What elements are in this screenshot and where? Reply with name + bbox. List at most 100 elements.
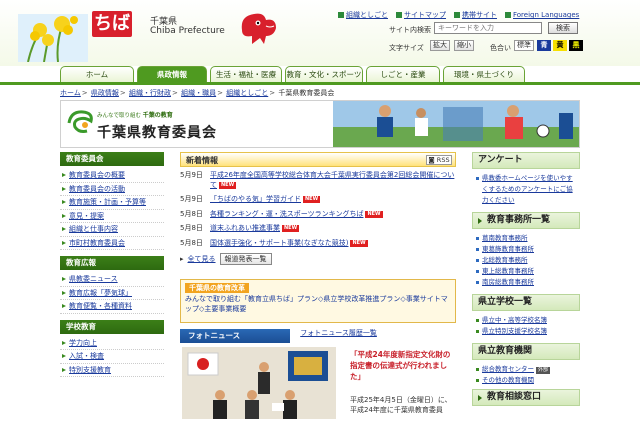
school-link[interactable]: 県立中・高等学校名簿 [482, 316, 547, 324]
sidebar-item-organization[interactable]: 組織と仕事内容 [60, 223, 164, 237]
sidebar-link[interactable]: 教育広報「夢気球」 [69, 289, 132, 297]
sidebar-item-special-support[interactable]: 特別支援教育 [60, 364, 164, 377]
sidebar-link[interactable]: 教育施策・計画・予算等 [69, 198, 146, 206]
survey-list: 県教委ホームページを使いやすくするためのアンケートにご協力ください [474, 173, 578, 206]
photo-news-caption[interactable]: 「平成24年度新指定文化財の指定書の伝達式が行われました」 [350, 349, 454, 382]
color-blue-button[interactable]: 青 [537, 40, 551, 51]
sidebar-link[interactable]: 組織と仕事内容 [69, 225, 118, 233]
banner-tagline: みんなで取り組む 千葉の教育 [97, 112, 173, 119]
office-link[interactable]: 南房総教育事務所 [482, 278, 534, 286]
sidebar-item-municipal[interactable]: 市町村教育委員会 [60, 237, 164, 250]
sidebar-item-policies[interactable]: 教育施策・計画・予算等 [60, 196, 164, 210]
list-item[interactable]: 北総教育事務所 [474, 255, 578, 266]
sidebar-link[interactable]: 教育委員会の活動 [69, 185, 125, 193]
office-link[interactable]: 葛南教育事務所 [482, 234, 528, 242]
list-item[interactable]: 東葛飾教育事務所 [474, 244, 578, 255]
list-item[interactable]: 県立中・高等学校名簿 [474, 315, 578, 326]
chiba-logo[interactable]: ちば [92, 11, 132, 37]
new-badge: NEW [219, 181, 237, 189]
list-item[interactable]: 総合教育センター 外部 [474, 364, 578, 375]
list-item[interactable]: その他の教育機関 [474, 375, 578, 386]
tab-life-welfare[interactable]: 生活・福祉・医療 [210, 66, 282, 82]
offices-heading[interactable]: 教育事務所一覧 [472, 212, 580, 229]
color-standard-button[interactable]: 標準 [514, 40, 534, 51]
list-item: 5月9日 「ちばのやる気」学習ガイド NEW [180, 195, 456, 205]
section-heading-school: 学校教育 [60, 319, 164, 334]
school-link[interactable]: 県立特別支援学校名簿 [482, 327, 547, 335]
consultation-heading[interactable]: 教育相談窓口 [472, 389, 580, 406]
link-organization[interactable]: 組織としごと [346, 10, 388, 20]
office-link[interactable]: 東葛飾教育事務所 [482, 245, 534, 253]
search-button[interactable]: 検索 [548, 22, 578, 34]
news-link[interactable]: 各種ランキング・運・洗スポーツランキングちば [210, 210, 363, 218]
schools-heading: 県立学校一覧 [472, 294, 580, 311]
reform-links[interactable]: みんなで取り組む「教育立県ちば」プラン◇県立学校改革推進プラン◇事業サイトマップ… [185, 294, 451, 314]
text-size-enlarge-button[interactable]: 拡大 [430, 40, 450, 51]
breadcrumb-organization-staff[interactable]: 組織・職員 [181, 89, 216, 97]
sidebar-item-news[interactable]: 県教委ニュース [60, 273, 164, 287]
tab-environment[interactable]: 環境・県土づくり [443, 66, 525, 82]
sidebar-link[interactable]: 意見・提案 [69, 212, 104, 220]
tab-home[interactable]: ホーム [60, 66, 134, 82]
global-nav: ホーム 県政情報 生活・福祉・医療 教育・文化・スポーツ しごと・産業 環境・県… [60, 66, 525, 82]
office-link[interactable]: 東上総教育事務所 [482, 267, 534, 275]
section-heading-pr: 教育広報 [60, 256, 164, 270]
breadcrumb-organization-work[interactable]: 組織としごと [226, 89, 268, 97]
list-item: 5月8日 各種ランキング・運・洗スポーツランキングちば NEW [180, 210, 456, 220]
institution-link[interactable]: 総合教育センター [482, 365, 534, 373]
link-sitemap[interactable]: サイトマップ [404, 10, 446, 20]
list-item: 5月9日 平成26年度全国高等学校総合体育大会千葉県実行委員会第2回総会開催につい… [180, 171, 456, 190]
link-mobile[interactable]: 携帯サイト [462, 10, 497, 20]
sidebar-item-opinions[interactable]: 意見・提案 [60, 210, 164, 223]
tab-prefectural-info[interactable]: 県政情報 [137, 66, 207, 82]
sidebar-item-entrance[interactable]: 入試・検査 [60, 350, 164, 364]
utility-links: 組織としごと サイトマップ 携帯サイト Foreign Languages [338, 10, 579, 20]
text-size-label: 文字サイズ [389, 44, 424, 52]
news-link[interactable]: 「ちばのやる気」学習ガイド [210, 195, 301, 203]
prefecture-name-en: Chiba Prefecture [150, 26, 225, 36]
photo-news-text: 平成25年4月5日（金曜日）に、平成24年度に千葉県教育委員 [350, 396, 452, 414]
survey-link[interactable]: 県教委ホームページを使いやすくするためのアンケートにご協力ください [482, 174, 573, 204]
sidebar-item-activities[interactable]: 教育委員会の活動 [60, 183, 164, 196]
news-link[interactable]: 国体選手強化・サポート事業(なぎなた競技) [210, 239, 348, 247]
institution-link[interactable]: その他の教育機関 [482, 376, 534, 384]
list-item[interactable]: 県教委ホームページを使いやすくするためのアンケートにご協力ください [474, 173, 578, 206]
list-item[interactable]: 南房総教育事務所 [474, 277, 578, 288]
text-size-shrink-button[interactable]: 縮小 [454, 40, 474, 51]
sidebar-item-overview[interactable]: 教育委員会の概要 [60, 169, 164, 183]
tab-work-industry[interactable]: しごと・産業 [366, 66, 440, 82]
sidebar-item-yumekikyu[interactable]: 教育広報「夢気球」 [60, 287, 164, 300]
sidebar-item-handbook[interactable]: 教育便覧・各種資料 [60, 300, 164, 314]
sidebar-item-academic[interactable]: 学力向上 [60, 337, 164, 350]
photo-news-archive-link[interactable]: フォトニュース履歴一覧 [300, 328, 377, 338]
news-link[interactable]: 道末ふれあい推進事業 [210, 224, 280, 232]
sidebar-link[interactable]: 学力向上 [69, 339, 97, 347]
sidebar-link[interactable]: 教育委員会の概要 [69, 171, 125, 179]
list-item[interactable]: 葛南教育事務所 [474, 233, 578, 244]
see-all-link[interactable]: 全て見る [188, 254, 216, 264]
sidebar-link[interactable]: 入試・検査 [69, 352, 104, 360]
rss-button[interactable]: ◙ RSS [426, 155, 452, 165]
tab-education-culture[interactable]: 教育・文化・スポーツ [285, 66, 363, 82]
sidebar-link[interactable]: 特別支援教育 [69, 366, 111, 374]
link-foreign-languages[interactable]: Foreign Languages [513, 11, 579, 19]
color-black-button[interactable]: 黒 [569, 40, 583, 51]
color-yellow-button[interactable]: 黄 [553, 40, 567, 51]
sidebar-link[interactable]: 市町村教育委員会 [69, 239, 125, 247]
press-release-button[interactable]: 報道発表一覧 [219, 253, 272, 265]
education-swoosh-logo-icon [67, 110, 93, 133]
search-input[interactable] [434, 22, 542, 34]
breadcrumb-prefectural-info[interactable]: 県政情報 [91, 89, 119, 97]
sidebar-link[interactable]: 県教委ニュース [69, 275, 118, 283]
offices-list: 葛南教育事務所 東葛飾教育事務所 北総教育事務所 東上総教育事務所 南房総教育事… [474, 233, 578, 288]
breadcrumb-home[interactable]: ホーム [60, 89, 81, 97]
breadcrumb-organization-finance[interactable]: 組織・行財政 [129, 89, 171, 97]
office-link[interactable]: 北総教育事務所 [482, 256, 528, 264]
sidebar-link[interactable]: 教育便覧・各種資料 [69, 302, 132, 310]
list-item[interactable]: 東上総教育事務所 [474, 266, 578, 277]
news-date: 5月9日 [180, 171, 203, 179]
photo-news-image[interactable] [182, 347, 336, 419]
news-link[interactable]: 平成26年度全国高等学校総合体育大会千葉県実行委員会第2回総会開催について [210, 171, 454, 189]
photo-news-heading: フォトニュース [180, 329, 290, 343]
list-item[interactable]: 県立特別支援学校名簿 [474, 326, 578, 337]
